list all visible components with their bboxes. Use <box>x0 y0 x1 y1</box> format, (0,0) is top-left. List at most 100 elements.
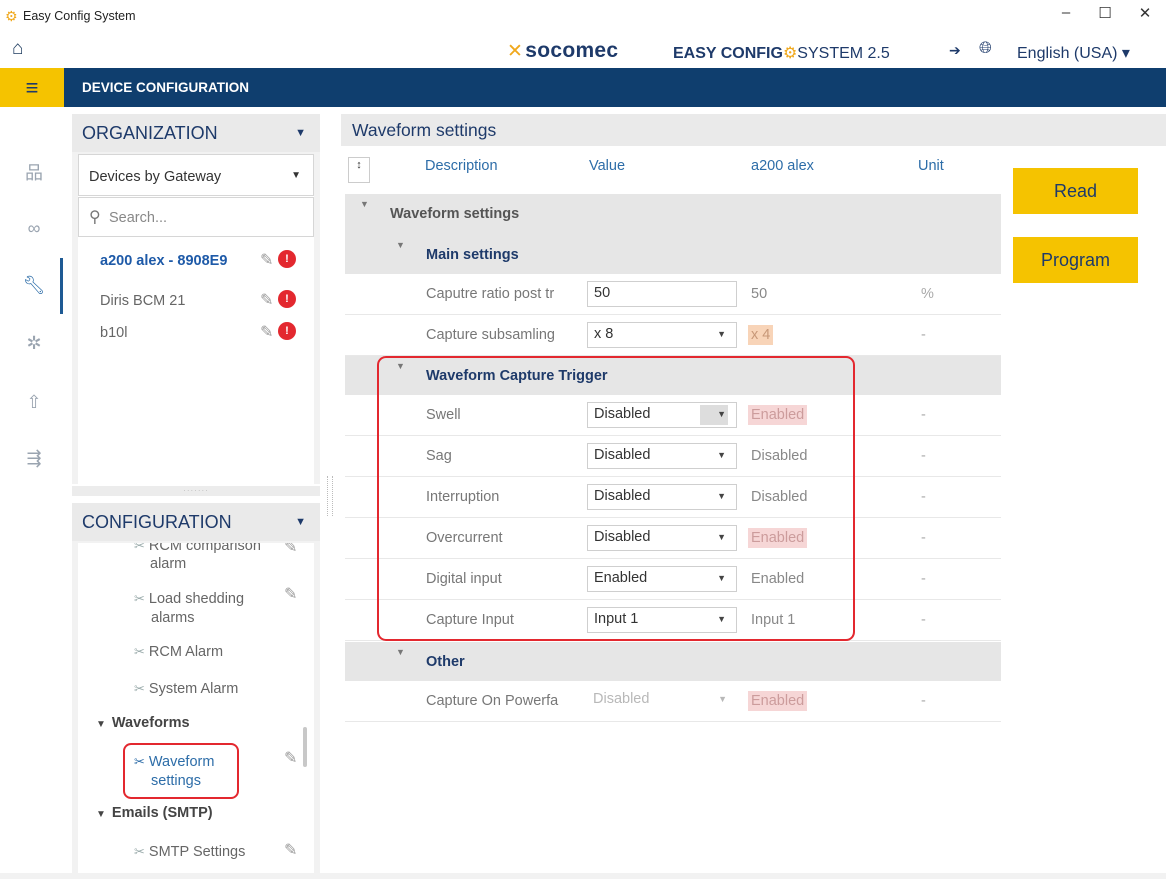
interruption-select[interactable]: Disabled ▼ <box>587 484 737 510</box>
device-value: Disabled <box>751 448 808 464</box>
edit-pencil-icon[interactable]: ✎ <box>260 322 273 342</box>
brand-name: socomec <box>525 39 619 62</box>
caret-down-icon: ▼ <box>96 809 106 820</box>
section-title: Waveform Capture Trigger <box>426 368 608 384</box>
collapse-caret-icon[interactable]: ▼ <box>396 361 405 371</box>
row-description: Capture Input <box>426 612 514 628</box>
tree-scrollbar[interactable] <box>303 727 307 767</box>
col-header-description[interactable]: Description <box>425 158 498 188</box>
window-titlebar: ⚙ Easy Config System – ☐ ✕ <box>0 0 1166 32</box>
tree-item-rcm-comparison[interactable]: ✂ RCM comparison alarm <box>134 543 261 573</box>
globe-icon[interactable]: 🌐︎ <box>979 40 992 58</box>
product-version: SYSTEM 2.5 <box>797 45 890 62</box>
program-button[interactable]: Program <box>1013 237 1138 283</box>
close-button[interactable]: ✕ <box>1130 4 1160 22</box>
binoculars-icon[interactable]: ∞ <box>22 218 46 239</box>
section-capture-trigger[interactable]: ▼ Waveform Capture Trigger <box>345 356 1001 395</box>
warning-icon: ! <box>278 322 296 340</box>
section-title: Other <box>426 654 465 670</box>
status-bar <box>0 873 1166 879</box>
wrench-icon[interactable]: 🔧︎ <box>22 275 46 296</box>
tree-item-label: Load shedding <box>148 591 245 607</box>
chevron-down-icon: ▼ <box>717 329 726 339</box>
section-main-settings[interactable]: ▼ Main settings <box>345 235 1001 274</box>
home-icon[interactable]: ⌂ <box>12 38 23 60</box>
tree-item-load-shedding[interactable]: ✂ Load shedding alarms <box>134 589 244 628</box>
language-select[interactable]: English (USA) ▾ <box>1017 43 1130 63</box>
organization-panel: ORGANIZATION ▼ Devices by Gateway ▼ ⚲ Se… <box>72 114 320 484</box>
row-description: Caputre ratio post tr <box>426 286 555 302</box>
device-value: Enabled <box>748 528 808 548</box>
caret-down-icon: ▼ <box>96 719 106 730</box>
read-button[interactable]: Read <box>1013 168 1138 214</box>
minimize-button[interactable]: – <box>1051 4 1081 21</box>
row-swell: Swell Disabled ▼ Enabled - <box>345 395 1001 436</box>
select-value: Disabled <box>594 488 651 504</box>
brand-logo: ✕socomec <box>507 39 618 63</box>
tree-item-system-alarm[interactable]: ✂ System Alarm <box>134 681 238 697</box>
overcurrent-select[interactable]: Disabled ▼ <box>587 525 737 551</box>
transfer-icon[interactable]: ⇶ <box>22 448 46 469</box>
unit: - <box>921 571 926 587</box>
col-header-value[interactable]: Value <box>589 158 625 188</box>
capture-ratio-input[interactable]: 50 <box>587 281 737 307</box>
unit: - <box>921 530 926 546</box>
tree-item-smtp-settings[interactable]: ✂ SMTP Settings <box>134 844 245 860</box>
capture-subsampling-select[interactable]: x 8 ▼ <box>587 322 737 348</box>
col-header-unit[interactable]: Unit <box>918 158 944 188</box>
sag-select[interactable]: Disabled ▼ <box>587 443 737 469</box>
edit-pencil-icon[interactable]: ✎ <box>284 748 297 768</box>
hierarchy-icon[interactable]: 品 <box>22 159 46 185</box>
app-gear-icon: ⚙ <box>5 8 18 24</box>
panel-splitter[interactable]: ······· <box>72 486 320 496</box>
edit-pencil-icon[interactable]: ✎ <box>284 840 297 860</box>
tree-group-waveforms[interactable]: ▼ Waveforms <box>96 715 190 731</box>
col-header-device[interactable]: a200 alex <box>751 158 814 188</box>
device-value: Enabled <box>748 405 808 425</box>
organization-body: Devices by Gateway ▼ ⚲ Search... a200 al… <box>78 154 314 484</box>
edit-pencil-icon[interactable]: ✎ <box>260 290 273 310</box>
device-item[interactable]: Diris BCM 21 ✎ ! <box>78 281 314 321</box>
network-icon[interactable]: ✲ <box>22 333 46 354</box>
export-icon[interactable]: ⇧ <box>22 392 46 413</box>
view-select[interactable]: Devices by Gateway ▼ <box>78 154 314 196</box>
menu-hamburger-icon[interactable]: ≡ <box>0 68 64 107</box>
tools-icon: ✂ <box>134 591 145 606</box>
capture-input-select[interactable]: Input 1 ▼ <box>587 607 737 633</box>
edit-pencil-icon[interactable]: ✎ <box>284 543 297 557</box>
main-header: Waveform settings <box>341 114 1166 146</box>
collapse-caret-icon[interactable]: ▼ <box>396 647 405 657</box>
tree-item-waveform-settings[interactable]: ✂ Waveform settings <box>134 752 214 791</box>
product-title: EASY CONFIG <box>673 45 783 62</box>
device-item[interactable]: b10l ✎ ! <box>78 321 314 361</box>
collapse-caret-icon[interactable]: ▼ <box>360 199 369 209</box>
device-value: x 4 <box>748 325 774 345</box>
organization-header[interactable]: ORGANIZATION ▼ <box>72 114 320 152</box>
configuration-panel: CONFIGURATION ▼ ✂ RCM comparison alarm ✎ … <box>72 503 320 879</box>
device-name: Diris BCM 21 <box>100 293 186 309</box>
row-capture-subsampling: Capture subsamling x 8 ▼ x 4 - <box>345 315 1001 356</box>
swell-select[interactable]: Disabled ▼ <box>587 402 737 428</box>
chevron-down-icon: ▼ <box>718 694 727 704</box>
app-header: ⌂ ✕socomec EASY CONFIG⚙SYSTEM 2.5 ➔ 🌐︎ E… <box>0 34 1166 66</box>
chevron-down-icon[interactable]: ▼ <box>295 516 306 528</box>
digital-input-select[interactable]: Enabled ▼ <box>587 566 737 592</box>
tree-item-rcm-alarm[interactable]: ✂ RCM Alarm <box>134 644 223 660</box>
chevron-down-icon[interactable]: ▼ <box>295 127 306 139</box>
device-item[interactable]: a200 alex - 8908E9 ✎ ! <box>78 241 314 281</box>
device-search-input[interactable]: ⚲ Search... <box>78 197 314 237</box>
section-waveform-settings[interactable]: ▼ Waveform settings <box>345 194 1001 235</box>
section-other[interactable]: ▼ Other <box>345 642 1001 681</box>
select-value: Disabled <box>594 406 651 422</box>
logout-icon[interactable]: ➔ <box>949 42 961 59</box>
device-value: 50 <box>751 286 768 302</box>
vertical-splitter[interactable] <box>327 476 333 516</box>
collapse-caret-icon[interactable]: ▼ <box>396 240 405 250</box>
tree-group-emails[interactable]: ▼ Emails (SMTP) <box>96 805 213 821</box>
rail-active-indicator <box>60 258 63 314</box>
maximize-button[interactable]: ☐ <box>1090 4 1120 22</box>
configuration-header[interactable]: CONFIGURATION ▼ <box>72 503 320 541</box>
column-toggle-icon[interactable]: ↕ <box>348 157 370 183</box>
edit-pencil-icon[interactable]: ✎ <box>284 584 297 604</box>
edit-pencil-icon[interactable]: ✎ <box>260 250 273 270</box>
